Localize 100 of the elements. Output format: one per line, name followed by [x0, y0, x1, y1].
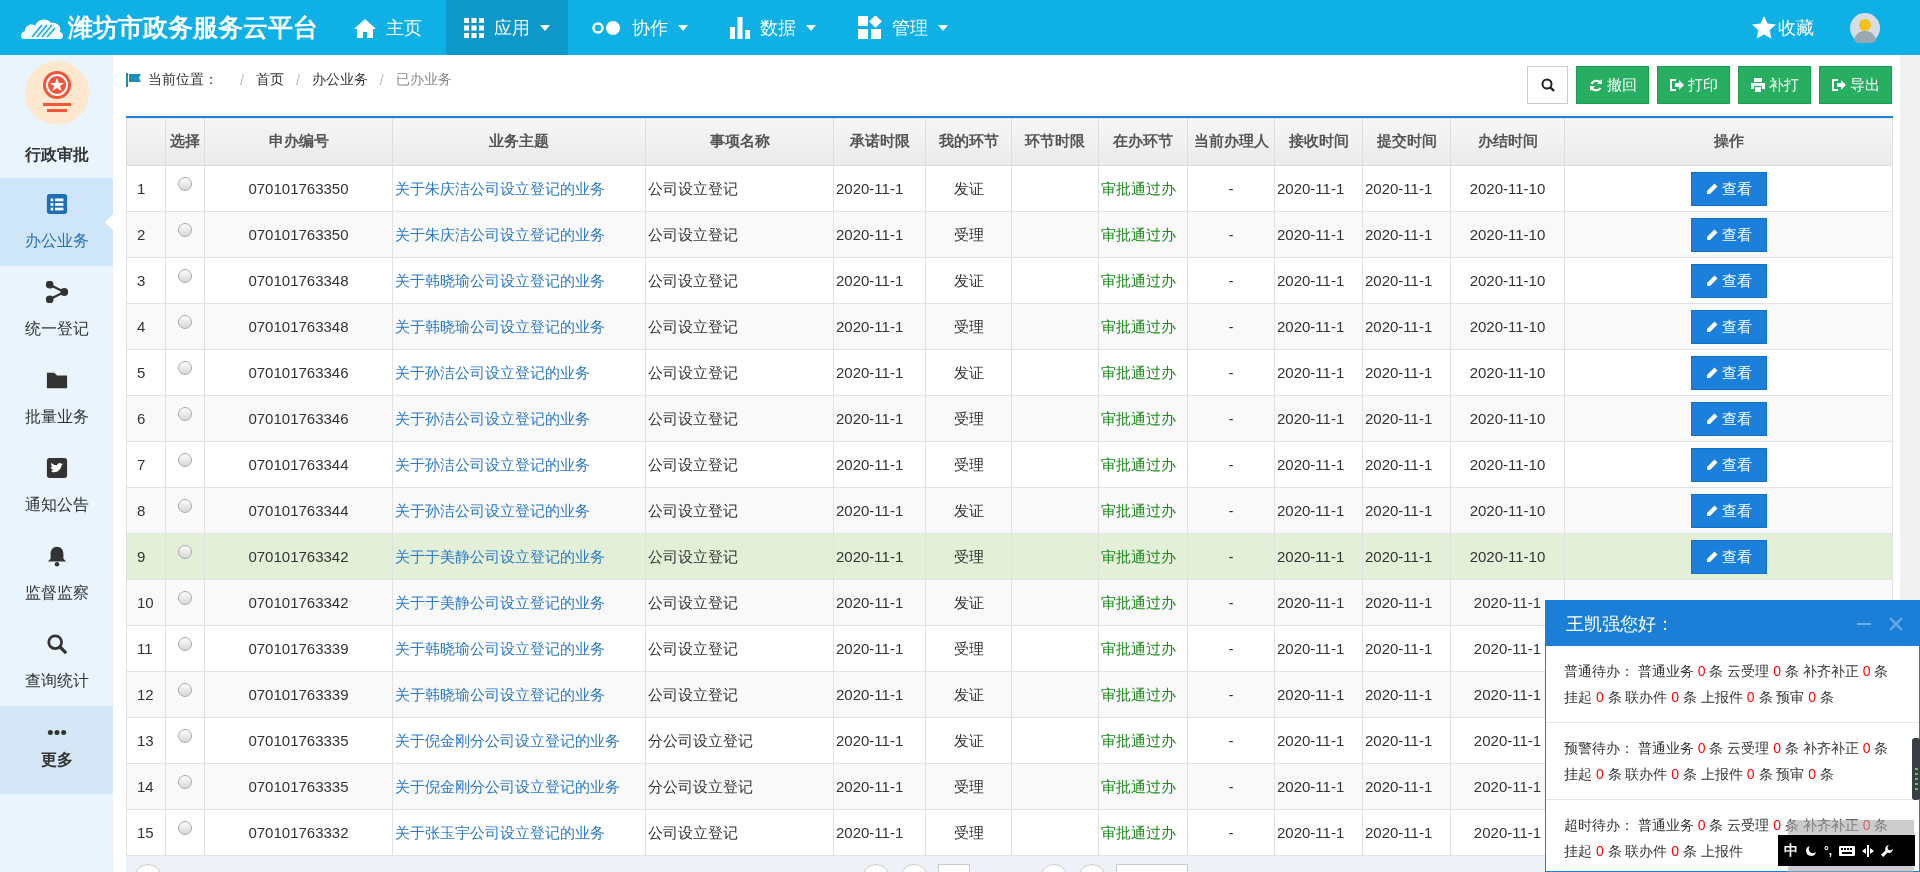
breadcrumb-link[interactable]: 办公业务	[311, 71, 368, 89]
radio-button[interactable]	[178, 269, 192, 283]
table-row[interactable]: 8 070101763344 关于孙洁公司设立登记的业务 公司设立登记 2020-11-1 发证 审批通过办 - 2020-11-1 2020-11-1 2020-11-10 查看	[126, 487, 1893, 534]
radio-button[interactable]	[178, 407, 192, 421]
search-icon	[45, 632, 68, 655]
table-cell: 受理	[953, 639, 984, 657]
toolbar-button[interactable]: 导出	[1819, 66, 1892, 104]
pencil-icon	[1705, 550, 1718, 563]
radio-button[interactable]	[178, 729, 192, 743]
view-button[interactable]: 查看	[1690, 447, 1767, 482]
table-cell: -	[1228, 363, 1234, 381]
sidebar-item[interactable]: 查询统计	[0, 618, 113, 706]
exit-arrow-icon	[1831, 78, 1846, 92]
table-cell: 分公司设立登记	[648, 777, 753, 795]
view-button[interactable]: 查看	[1690, 539, 1767, 574]
table-cell: 2020-11-1	[1365, 547, 1433, 565]
table-row[interactable]: 3 070101763348 关于韩晓瑜公司设立登记的业务 公司设立登记 2020-11-1 发证 审批通过办 - 2020-11-1 2020-11-1 2020-11-10 查看	[126, 257, 1893, 304]
nav-menu-item[interactable]: 管理	[840, 0, 966, 55]
table-cell: 070101763346	[248, 409, 349, 427]
table-cell: 2020-11-1	[836, 317, 904, 335]
grid-icon	[464, 17, 484, 38]
breadcrumb-separator: /	[240, 72, 244, 88]
view-button[interactable]: 查看	[1690, 217, 1767, 252]
column-header: 申办编号	[204, 117, 393, 166]
sidebar-item[interactable]: 更多	[0, 706, 113, 794]
table-cell: 审批通过办	[1101, 409, 1176, 427]
search-button[interactable]	[1527, 66, 1568, 104]
sidebar-item[interactable]: 监督监察	[0, 530, 113, 618]
table-cell: 070101763339	[248, 639, 349, 657]
nav-menu-item[interactable]: 协作	[574, 0, 706, 55]
sidebar-item[interactable]: 办公业务	[0, 178, 113, 266]
sidebar-item[interactable]: 通知公告	[0, 442, 113, 530]
pencil-icon	[1705, 412, 1718, 425]
favorites-link[interactable]: 收藏	[1752, 15, 1814, 40]
pencil-icon	[1705, 458, 1718, 471]
nav-menu-item[interactable]: 数据	[712, 0, 834, 55]
view-button[interactable]: 查看	[1690, 309, 1767, 344]
view-button[interactable]: 查看	[1690, 401, 1767, 436]
view-button[interactable]: 查看	[1690, 171, 1767, 206]
table-row[interactable]: 9 070101763342 关于于美静公司设立登记的业务 公司设立登记 2020-11-1 受理 审批通过办 - 2020-11-1 2020-11-1 2020-11-10 查看	[126, 533, 1893, 580]
table-cell: 2020-11-1	[1365, 731, 1433, 749]
table-cell: 2020-11-1	[1277, 225, 1345, 243]
row-number: 9	[137, 547, 146, 565]
nav-menu-item[interactable]: 应用	[446, 0, 568, 55]
table-row[interactable]: 5 070101763346 关于孙洁公司设立登记的业务 公司设立登记 2020-11-1 发证 审批通过办 - 2020-11-1 2020-11-1 2020-11-10 查看	[126, 349, 1893, 396]
row-number: 2	[137, 225, 146, 243]
table-cell: 2020-11-1	[1365, 777, 1433, 795]
radio-button[interactable]	[178, 315, 192, 329]
radio-button[interactable]	[178, 591, 192, 605]
ime-toolbar[interactable]: 中 °,	[1778, 835, 1915, 866]
table-cell: 公司设立登记	[648, 593, 738, 611]
nav-menu-item[interactable]: 主页	[336, 0, 440, 55]
radio-button[interactable]	[178, 683, 192, 697]
close-icon	[1889, 616, 1903, 631]
table-row[interactable]: 6 070101763346 关于孙洁公司设立登记的业务 公司设立登记 2020-11-1 受理 审批通过办 - 2020-11-1 2020-11-1 2020-11-10 查看	[126, 395, 1893, 442]
table-cell: 2020-11-1	[1365, 409, 1433, 427]
radio-button[interactable]	[178, 637, 192, 651]
table-cell: 2020-11-1	[1473, 731, 1542, 749]
badge-logo-icon	[24, 61, 89, 125]
table-cell: -	[1228, 179, 1234, 197]
table-cell: 2020-11-1	[1277, 731, 1345, 749]
toolbar-button[interactable]: 打印	[1657, 66, 1730, 104]
radio-button[interactable]	[178, 775, 192, 789]
radio-button[interactable]	[178, 223, 192, 237]
exit-arrow-icon	[1669, 78, 1684, 92]
star-icon	[1752, 16, 1776, 39]
radio-button[interactable]	[178, 361, 192, 375]
toolbar-button[interactable]: 补打	[1738, 66, 1811, 104]
radio-button[interactable]	[178, 545, 192, 559]
table-cell: 2020-11-1	[1277, 455, 1345, 473]
pencil-icon	[1705, 504, 1718, 517]
table-cell: 2020-11-1	[836, 777, 904, 795]
breadcrumb-link[interactable]: 首页	[255, 71, 284, 89]
sidebar-item[interactable]: 批量业务	[0, 354, 113, 442]
radio-button[interactable]	[178, 499, 192, 513]
table-cell: 2020-11-1	[1365, 823, 1433, 841]
row-number: 8	[137, 501, 146, 519]
table-row[interactable]: 4 070101763348 关于韩晓瑜公司设立登记的业务 公司设立登记 2020-11-1 受理 审批通过办 - 2020-11-1 2020-11-1 2020-11-10 查看	[126, 303, 1893, 350]
table-row[interactable]: 7 070101763344 关于孙洁公司设立登记的业务 公司设立登记 2020-11-1 受理 审批通过办 - 2020-11-1 2020-11-1 2020-11-10 查看	[126, 441, 1893, 488]
table-cell: 审批通过办	[1101, 685, 1176, 703]
radio-button[interactable]	[178, 177, 192, 191]
table-cell: 审批通过办	[1101, 179, 1176, 197]
table-cell: 2020-11-1	[836, 547, 904, 565]
table-cell: 070101763346	[248, 363, 349, 381]
minimize-icon	[1857, 622, 1871, 625]
table-row[interactable]: 2 070101763350 关于朱庆洁公司设立登记的业务 公司设立登记 2020-11-1 受理 审批通过办 - 2020-11-1 2020-11-1 2020-11-10 查看	[126, 211, 1893, 258]
split-arrows-icon	[1862, 844, 1875, 857]
table-row[interactable]: 1 070101763350 关于朱庆洁公司设立登记的业务 公司设立登记 2020-11-1 发证 审批通过办 - 2020-11-1 2020-11-1 2020-11-10 查看	[126, 165, 1893, 212]
radio-button[interactable]	[178, 453, 192, 467]
toolbar-button[interactable]: 撤回	[1576, 66, 1649, 104]
table-cell: 2020-11-1	[1473, 593, 1542, 611]
table-cell: 2020-11-10	[1469, 455, 1546, 473]
sidebar-item[interactable]: 统一登记	[0, 266, 113, 354]
table-cell: 070101763348	[248, 271, 349, 289]
view-button[interactable]: 查看	[1690, 493, 1767, 528]
view-button[interactable]: 查看	[1690, 355, 1767, 390]
view-button[interactable]: 查看	[1690, 263, 1767, 298]
radio-button[interactable]	[178, 821, 192, 835]
table-cell: 审批通过办	[1101, 731, 1176, 749]
table-cell: 2020-11-10	[1469, 179, 1546, 197]
